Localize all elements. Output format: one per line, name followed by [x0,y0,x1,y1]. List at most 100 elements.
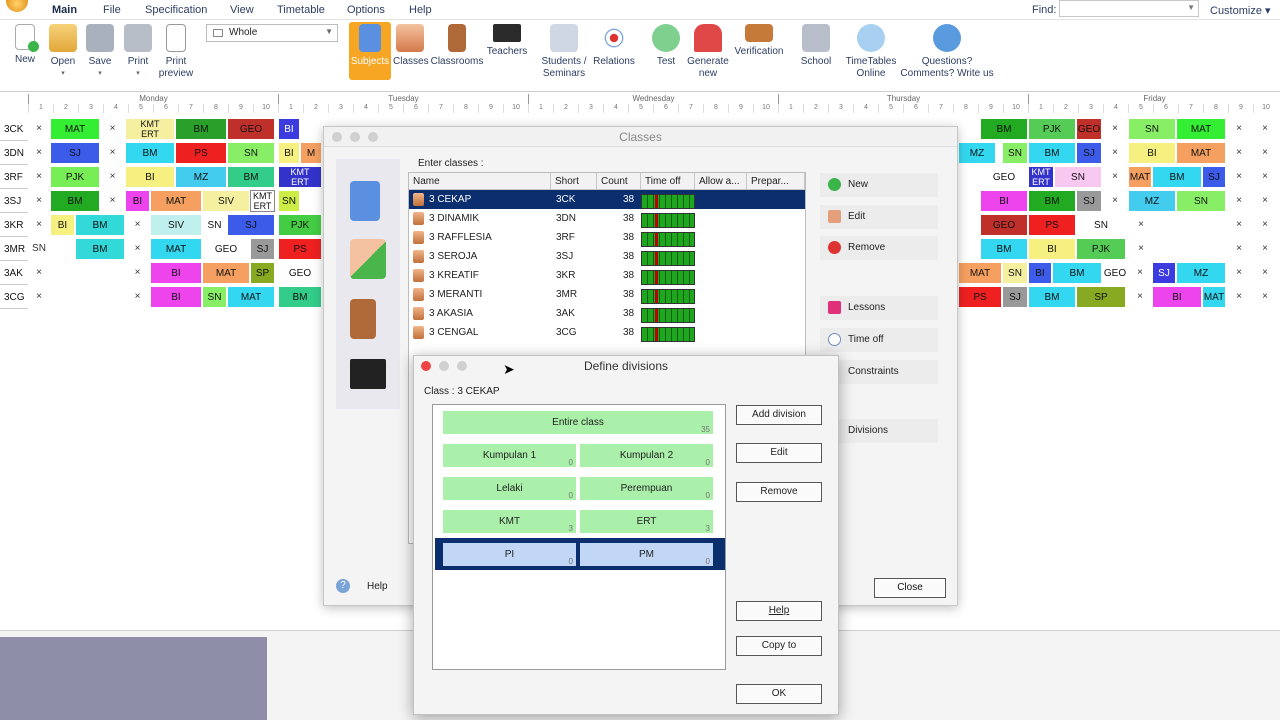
lesson-cell[interactable]: BM [75,214,125,236]
free-slot[interactable]: × [28,142,50,164]
remove-division-button[interactable]: Remove [736,482,822,502]
customize-menu[interactable]: Customize ▾ [1210,4,1271,17]
free-slot[interactable]: × [1226,166,1252,188]
free-slot[interactable]: × [1102,118,1128,140]
lesson-cell[interactable]: MAT [227,286,275,308]
lesson-cell[interactable]: SJ [1152,262,1176,284]
lesson-cell[interactable]: MZ [1176,262,1226,284]
print-preview-button[interactable]: Print preview [156,22,196,88]
subjects-book-icon[interactable] [350,181,380,221]
edit-class-button[interactable]: Edit [820,205,938,229]
save-button[interactable]: Save ▾ [84,22,116,88]
col-allow[interactable]: Allow a... [695,173,747,190]
students-seminars-button[interactable]: Students / Seminars [538,22,590,88]
row-label-3mr[interactable]: 3MR [0,238,28,261]
free-slot[interactable]: × [1252,238,1278,260]
lesson-cell[interactable]: SJ [1076,142,1102,164]
lesson-cell[interactable]: SJ [250,238,275,260]
lesson-cell[interactable]: PS [1028,214,1076,236]
lesson-cell[interactable]: PJK [50,166,100,188]
lesson-cell[interactable]: M [300,142,322,164]
ok-button[interactable]: OK [736,684,822,704]
free-slot[interactable]: × [28,190,50,212]
lesson-cell[interactable]: KMT ERT [1028,166,1054,188]
table-row[interactable]: 3 KREATIF 3KR 38 [409,266,805,285]
new-button[interactable]: New [10,22,40,88]
lesson-cell[interactable]: SN [1002,262,1028,284]
edit-division-button[interactable]: Edit [736,443,822,463]
free-slot[interactable]: × [1226,214,1252,236]
lesson-cell[interactable]: MAT [50,118,100,140]
print-button[interactable]: Print ▾ [121,22,155,88]
lesson-cell[interactable]: SJ [50,142,100,164]
lesson-cell[interactable]: PS [958,286,1002,308]
division-group[interactable]: PM 0 [580,543,713,566]
generate-new-button[interactable]: Generate new [685,22,731,88]
lesson-cell[interactable]: MAT [202,262,250,284]
lesson-cell[interactable]: BI [150,286,202,308]
lesson-cell[interactable]: BI [1128,142,1176,164]
lesson-cell[interactable]: SIV [150,214,202,236]
lesson-cell[interactable]: MAT [150,238,202,260]
free-slot[interactable]: × [1128,214,1154,236]
division-group[interactable]: Kumpulan 10 [443,444,576,467]
free-slot[interactable]: × [1128,286,1152,308]
free-slot[interactable]: × [125,238,150,260]
lesson-cell[interactable]: MZ [1128,190,1176,212]
lesson-cell[interactable]: SIV [202,190,250,212]
free-slot[interactable]: × [1226,286,1252,308]
lesson-cell[interactable]: GEO [1076,118,1102,140]
lesson-cell[interactable]: SP [250,262,275,284]
lesson-cell[interactable]: SN [202,214,227,236]
lesson-cell[interactable]: KMT ERT [125,118,175,140]
lesson-cell[interactable]: BI [1028,238,1076,260]
help-icon[interactable]: ? [336,579,350,593]
add-division-button[interactable]: Add division [736,405,822,425]
lesson-cell[interactable]: GEO [202,238,250,260]
menu-file[interactable]: File [103,4,121,16]
lesson-cell[interactable]: SN [1054,166,1102,188]
close-button[interactable]: Close [874,578,946,598]
lesson-cell[interactable]: SN [202,286,227,308]
lesson-cell[interactable]: BI [125,166,175,188]
col-time-off[interactable]: Time off [641,173,695,190]
division-group[interactable]: Lelaki 0 [443,477,576,500]
lesson-cell[interactable]: SP [1076,286,1126,308]
lesson-cell[interactable]: SN [1176,190,1226,212]
lesson-cell[interactable]: BI [1028,262,1052,284]
free-slot[interactable]: × [28,118,50,140]
open-button[interactable]: Open ▾ [46,22,80,88]
free-slot[interactable]: × [1252,214,1278,236]
row-label-3rf[interactable]: 3RF [0,166,28,189]
lesson-cell[interactable]: BM [75,238,125,260]
lesson-cell[interactable]: MAT [958,262,1002,284]
lesson-cell[interactable]: SJ [1002,286,1028,308]
menu-main[interactable]: Main [52,4,77,16]
verification-button[interactable]: Verification [731,22,787,88]
free-slot[interactable]: × [1102,142,1128,164]
free-slot[interactable]: × [1226,142,1252,164]
lesson-cell[interactable]: GEO [227,118,275,140]
lesson-cell[interactable]: BM [227,166,275,188]
lesson-cell[interactable]: KMT ERT [250,190,275,212]
free-slot[interactable]: × [100,118,125,140]
minimize-window-icon[interactable] [439,361,449,371]
maximize-window-icon[interactable] [368,132,378,142]
menu-timetable[interactable]: Timetable [277,4,325,16]
lesson-cell[interactable]: SN [1128,118,1176,140]
lesson-cell[interactable]: BI [50,214,75,236]
lesson-cell[interactable]: SJ [227,214,275,236]
lesson-cell[interactable]: KMT ERT [278,166,322,188]
row-label-3ak[interactable]: 3AK [0,262,28,285]
row-label-3kr[interactable]: 3KR [0,214,28,237]
division-group[interactable]: PI 0 [443,543,576,566]
lesson-cell[interactable]: PS [278,238,322,260]
lesson-cell[interactable]: MAT [1202,286,1226,308]
lessons-button[interactable]: Lessons [820,296,938,320]
lesson-cell[interactable]: BM [50,190,100,212]
table-row[interactable]: 3 RAFFLESIA 3RF 38 [409,228,805,247]
table-row[interactable]: 3 CEKAP 3CK 38 [409,190,805,209]
table-row[interactable]: 3 DINAMIK 3DN 38 [409,209,805,228]
teachers-button[interactable]: Teachers [486,22,528,88]
free-slot[interactable]: × [1128,262,1152,284]
